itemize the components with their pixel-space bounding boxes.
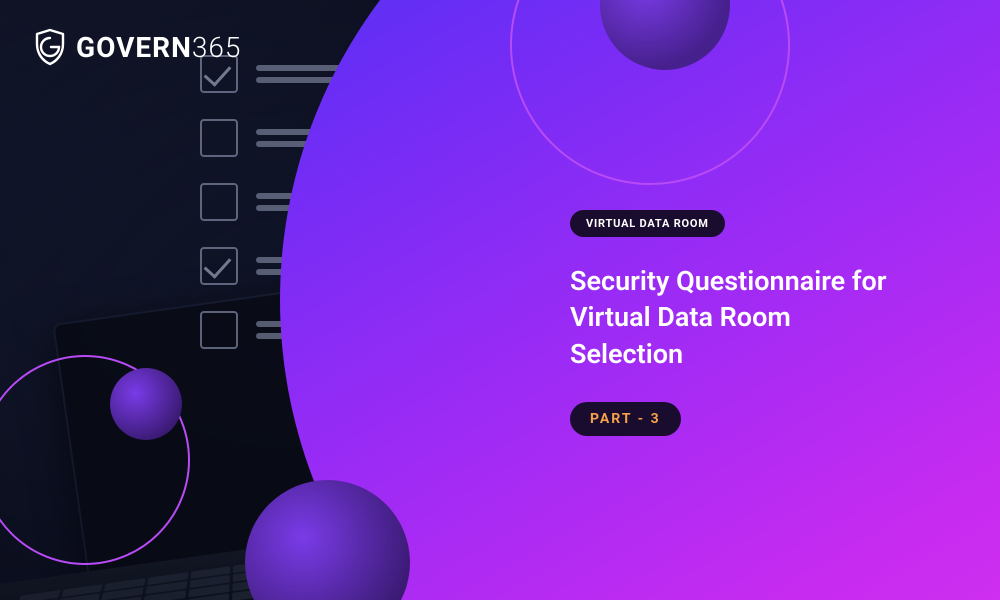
brand-logo: GOVERN365 [34,28,241,66]
part-pill: PART - 3 [570,402,681,436]
checkbox-empty-icon [200,311,238,349]
category-pill: VIRTUAL DATA ROOM [570,210,725,237]
checkbox-checked-icon [200,247,238,285]
checkbox-empty-icon [200,119,238,157]
deco-dot-small [110,368,182,440]
headline: Security Questionnaire for Virtual Data … [570,263,890,372]
content-block: VIRTUAL DATA ROOM Security Questionnaire… [570,210,930,436]
shield-icon [34,28,66,66]
checkbox-empty-icon [200,183,238,221]
promo-banner: GOVERN365 VIRTUAL DATA ROOM Security Que… [0,0,1000,600]
brand-name-primary: GOVERN [76,31,192,64]
brand-name-secondary: 365 [192,31,242,64]
brand-wordmark: GOVERN365 [76,31,241,64]
